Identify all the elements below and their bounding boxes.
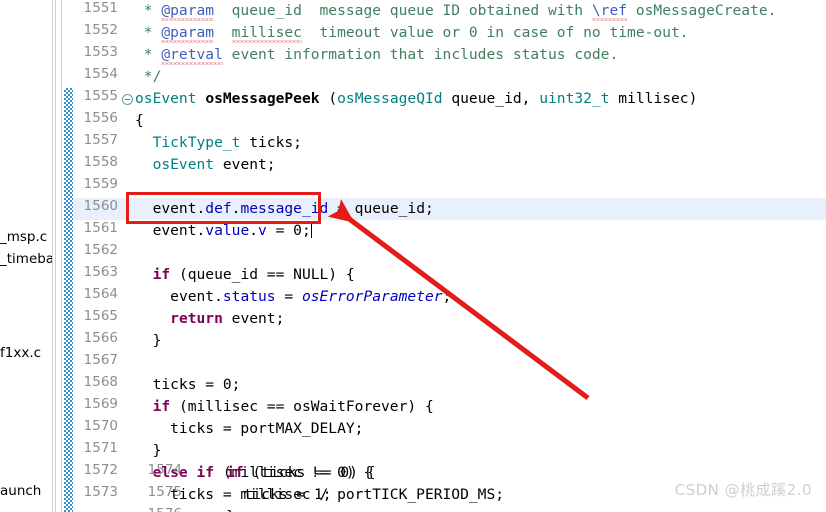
code-line-1552[interactable]: * @param millisec timeout value or 0 in … xyxy=(135,22,826,44)
line-number: 1555 xyxy=(83,88,118,104)
line-number: 1558 xyxy=(83,154,118,170)
code-token-plain: ticks = millisec / portTICK_PERIOD_MS; xyxy=(135,486,505,503)
code-token-comment: event information that includes status c… xyxy=(222,46,619,63)
code-token-plain: . xyxy=(249,222,259,239)
code-token-comment: queue_id message queue ID obtained with xyxy=(214,2,592,19)
code-token-plain: = 0; xyxy=(266,222,311,239)
code-line-1566[interactable]: } xyxy=(135,330,826,352)
csdn-watermark: CSDN @桃成蹊2.0 xyxy=(674,481,812,499)
code-token-plain: queue_id, xyxy=(442,90,540,107)
code-token-plain: ticks; xyxy=(240,134,302,151)
code-token-field: status xyxy=(222,288,276,305)
code-token-plain: ( xyxy=(319,90,338,107)
line-number: 1570 xyxy=(83,418,118,434)
line-number: 1575 xyxy=(147,484,182,500)
explorer-item-3[interactable]: aunch xyxy=(0,483,41,499)
line-number: 1573 xyxy=(83,484,118,500)
code-token-plain: event; xyxy=(222,310,285,327)
code-token-plain: event; xyxy=(214,156,276,173)
ide-window: _msp.c _timeba f1xx.c aunch 1551 1552 15… xyxy=(0,0,826,512)
line-number: 1572 xyxy=(83,462,118,478)
code-line-1560[interactable]: event.def.message_id = queue_id; xyxy=(135,198,826,220)
text-caret xyxy=(310,222,312,238)
code-line-1571[interactable]: } xyxy=(135,440,826,462)
code-token-plain: ; xyxy=(442,288,452,305)
change-bar-ruler[interactable] xyxy=(64,0,73,512)
code-token-field: value xyxy=(205,222,250,239)
line-number: 1566 xyxy=(83,330,118,346)
code-line-1561[interactable]: event.value.v = 0; xyxy=(135,220,826,242)
line-number: 1551 xyxy=(83,0,118,16)
code-token-plain: = xyxy=(275,288,302,305)
code-token-plain: (queue_id == NULL) { xyxy=(170,266,355,283)
code-token-comment: osMessageCreate. xyxy=(627,2,777,19)
line-number: 1557 xyxy=(83,132,118,148)
code-token-doc-tag: \ref xyxy=(591,2,628,19)
code-token-function: osMessagePeek xyxy=(205,90,320,107)
code-line-1554[interactable]: */ xyxy=(135,66,826,88)
code-token-comment xyxy=(214,24,232,41)
code-line-1568[interactable]: ticks = 0; xyxy=(135,374,826,396)
line-number: 1568 xyxy=(83,374,118,390)
line-number: 1562 xyxy=(83,242,118,258)
line-number: 1567 xyxy=(83,352,118,368)
code-line-1553[interactable]: * @retval event information that include… xyxy=(135,44,826,66)
explorer-item-0[interactable]: _msp.c xyxy=(0,229,47,245)
line-number: 1559 xyxy=(83,176,118,192)
panel-separator[interactable] xyxy=(53,0,64,512)
line-number: 1556 xyxy=(83,110,118,126)
project-explorer-panel[interactable]: _msp.c _timeba f1xx.c aunch xyxy=(0,0,53,512)
code-token-type: uint32_t xyxy=(539,90,610,107)
line-number-overflow-layer: 1574 1575 1576 xyxy=(125,0,185,512)
separator-line-right xyxy=(61,0,62,512)
code-token-plain: (millisec == osWaitForever) { xyxy=(170,398,434,415)
code-line-1557[interactable]: TickType_t ticks; xyxy=(135,132,826,154)
line-number: 1565 xyxy=(83,308,118,324)
line-number: 1569 xyxy=(83,396,118,412)
code-line-1559[interactable] xyxy=(135,176,826,198)
code-token-field: v xyxy=(258,222,267,239)
line-number: 1574 xyxy=(147,462,182,478)
code-line-1555[interactable]: osEvent osMessagePeek (osMessageQId queu… xyxy=(135,88,826,110)
line-number-gutter: 1551 1552 1553 1554 1555 1556 1557 1558 … xyxy=(73,0,121,512)
line-number: 1561 xyxy=(83,220,118,236)
code-text-area[interactable]: * @param queue_id message queue ID obtai… xyxy=(135,0,826,512)
code-token-plain: millisec) xyxy=(609,90,698,107)
code-token-comment: timeout value or 0 in case of no time-ou… xyxy=(301,24,689,41)
code-token-comment: millisec xyxy=(231,24,302,41)
code-token-plain: = queue_id; xyxy=(328,200,434,217)
code-line-1569[interactable]: if (millisec == osWaitForever) { xyxy=(135,396,826,418)
line-number: 1571 xyxy=(83,440,118,456)
change-bar-chunk xyxy=(64,88,73,512)
code-line-1565[interactable]: return event; xyxy=(135,308,826,330)
code-line-1556[interactable]: { xyxy=(135,110,826,132)
code-token-field: message_id xyxy=(240,200,329,217)
code-token-type: osMessageQId xyxy=(337,90,443,107)
code-line-1558[interactable]: osEvent event; xyxy=(135,154,826,176)
line-number: 1560 xyxy=(83,198,118,214)
code-line-1562[interactable] xyxy=(135,242,826,264)
line-number: 1576 xyxy=(148,506,182,512)
line-number: 1553 xyxy=(83,44,118,60)
code-token-field: def xyxy=(205,200,232,217)
line-number: 1564 xyxy=(83,286,118,302)
code-line-1563[interactable]: if (queue_id == NULL) { xyxy=(135,264,826,286)
code-line-1567[interactable] xyxy=(135,352,826,374)
code-token-constant: osErrorParameter xyxy=(301,288,443,305)
line-number: 1563 xyxy=(83,264,118,280)
explorer-item-1[interactable]: _timeba xyxy=(0,251,52,267)
line-number: 1552 xyxy=(83,22,118,38)
line-number: 1554 xyxy=(83,66,118,82)
code-line-1551[interactable]: * @param queue_id message queue ID obtai… xyxy=(135,0,826,22)
code-line-1564[interactable]: event.status = osErrorParameter; xyxy=(135,286,826,308)
explorer-item-2[interactable]: f1xx.c xyxy=(0,345,41,361)
code-line-1570[interactable]: ticks = portMAX_DELAY; xyxy=(135,418,826,440)
separator-line-left xyxy=(55,0,56,512)
code-token-plain: (millisec != 0) { xyxy=(214,464,373,481)
